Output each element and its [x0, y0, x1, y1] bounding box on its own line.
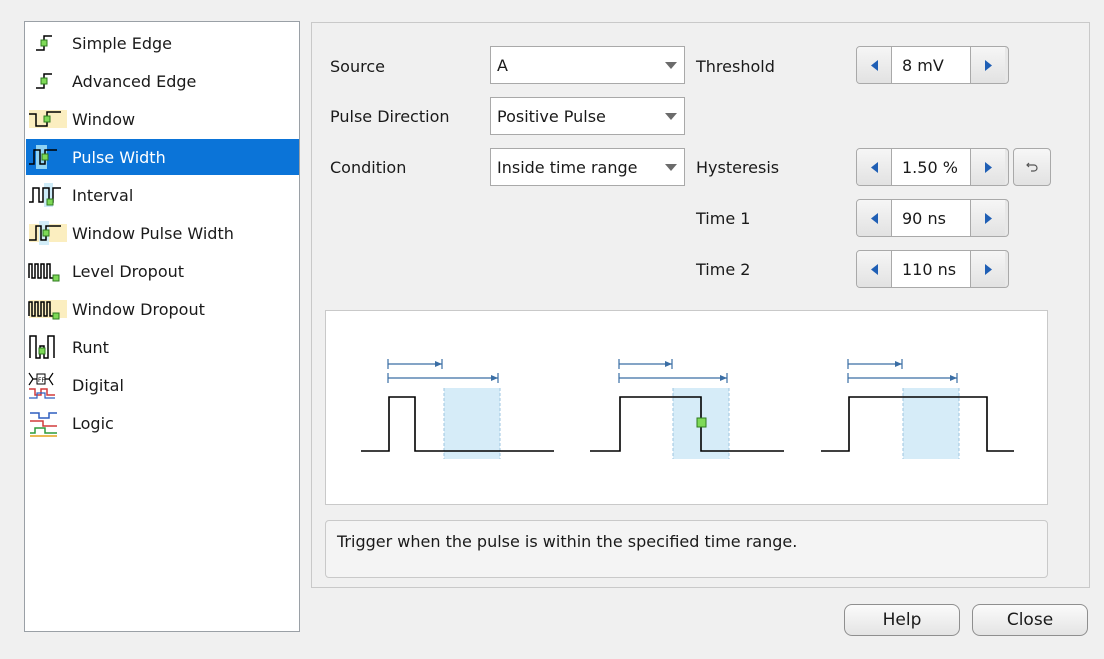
pulse-width-icon — [27, 142, 69, 172]
trigger-item-label: Simple Edge — [72, 33, 172, 53]
hysteresis-value[interactable]: 1.50 % — [891, 149, 971, 185]
trigger-item-label: Window Dropout — [72, 299, 205, 319]
decrement-arrow-icon[interactable] — [857, 251, 891, 287]
trigger-point-marker — [696, 417, 707, 428]
diagram-example-long-pulse — [821, 359, 1014, 459]
increment-arrow-icon[interactable] — [971, 200, 1005, 236]
time2-label: Time 2 — [696, 260, 751, 279]
pulse-direction-label: Pulse Direction — [330, 107, 450, 126]
decrement-arrow-icon[interactable] — [857, 200, 891, 236]
time-window-shade — [444, 388, 500, 459]
trigger-item-window[interactable]: Window — [26, 101, 299, 137]
trigger-item-pulse-width[interactable]: Pulse Width — [26, 139, 299, 175]
window-pulse-width-icon — [27, 218, 69, 248]
condition-value: Inside time range — [497, 157, 638, 177]
time1-spinner[interactable]: 90 ns — [856, 199, 1009, 237]
trigger-item-label: Level Dropout — [72, 261, 185, 281]
trigger-item-label: Interval — [72, 185, 134, 205]
level-dropout-icon — [27, 256, 69, 286]
chevron-down-icon — [658, 163, 684, 171]
time-window-shade — [903, 388, 959, 459]
pulse-direction-select[interactable]: Positive Pulse — [490, 97, 685, 135]
trigger-item-window-dropout[interactable]: Window Dropout — [26, 291, 299, 327]
increment-arrow-icon[interactable] — [971, 47, 1005, 83]
trigger-item-window-pulse-width[interactable]: Window Pulse Width — [26, 215, 299, 251]
simple-edge-icon — [27, 28, 69, 58]
diagram-example-short-pulse — [361, 359, 554, 459]
time2-spinner[interactable]: 110 ns — [856, 250, 1009, 288]
decrement-arrow-icon[interactable] — [857, 47, 891, 83]
trigger-item-label: Window Pulse Width — [72, 223, 234, 243]
undo-icon — [1026, 158, 1038, 177]
trigger-item-label: Digital — [72, 375, 124, 395]
trigger-item-label: Runt — [72, 337, 109, 357]
source-value: A — [497, 55, 508, 75]
threshold-spinner[interactable]: 8 mV — [856, 46, 1009, 84]
pulse-width-settings-panel: Source A Pulse Direction Positive Pulse … — [311, 22, 1090, 588]
trigger-item-simple-edge[interactable]: Simple Edge — [26, 25, 299, 61]
trigger-item-label: Advanced Edge — [72, 71, 197, 91]
runt-icon — [27, 332, 69, 362]
hysteresis-label: Hysteresis — [696, 158, 780, 177]
chevron-down-icon — [658, 112, 684, 120]
source-select[interactable]: A — [490, 46, 685, 84]
trigger-item-digital[interactable]: FF Digital — [26, 367, 299, 403]
chevron-down-icon — [658, 61, 684, 69]
hysteresis-spinner[interactable]: 1.50 % — [856, 148, 1009, 186]
pulse-width-diagram-svg — [361, 359, 1014, 459]
trigger-item-logic[interactable]: Logic — [26, 405, 299, 441]
decrement-arrow-icon[interactable] — [857, 149, 891, 185]
source-label: Source — [330, 57, 385, 76]
time1-value[interactable]: 90 ns — [891, 200, 971, 236]
trigger-item-advanced-edge[interactable]: Advanced Edge — [26, 63, 299, 99]
time1-label: Time 1 — [696, 209, 751, 228]
trigger-item-label: Pulse Width — [72, 147, 166, 167]
trigger-item-label: Window — [72, 109, 136, 129]
svg-text:FF: FF — [38, 377, 45, 384]
increment-arrow-icon[interactable] — [971, 251, 1005, 287]
trigger-item-label: Logic — [72, 413, 114, 433]
threshold-value[interactable]: 8 mV — [891, 47, 971, 83]
condition-select[interactable]: Inside time range — [490, 148, 685, 186]
logic-icon — [27, 408, 69, 438]
advanced-edge-icon — [27, 66, 69, 96]
window-icon — [27, 104, 69, 134]
trigger-item-runt[interactable]: Runt — [26, 329, 299, 365]
help-button[interactable]: Help — [844, 604, 960, 636]
pulse-direction-value: Positive Pulse — [497, 106, 606, 126]
trigger-item-level-dropout[interactable]: Level Dropout — [26, 253, 299, 289]
digital-icon: FF — [27, 370, 69, 400]
window-dropout-icon — [27, 294, 69, 324]
trigger-description: Trigger when the pulse is within the spe… — [325, 520, 1048, 578]
interval-icon — [27, 180, 69, 210]
reset-hysteresis-button[interactable] — [1013, 148, 1051, 186]
condition-label: Condition — [330, 158, 407, 177]
trigger-item-interval[interactable]: Interval — [26, 177, 299, 213]
pulse-width-diagram — [325, 310, 1048, 505]
increment-arrow-icon[interactable] — [971, 149, 1005, 185]
threshold-label: Threshold — [696, 57, 775, 76]
diagram-example-inside-pulse — [590, 359, 784, 459]
trigger-type-list[interactable]: Simple Edge Advanced Edge Window Pulse W… — [24, 21, 300, 632]
close-button[interactable]: Close — [972, 604, 1088, 636]
time2-value[interactable]: 110 ns — [891, 251, 971, 287]
